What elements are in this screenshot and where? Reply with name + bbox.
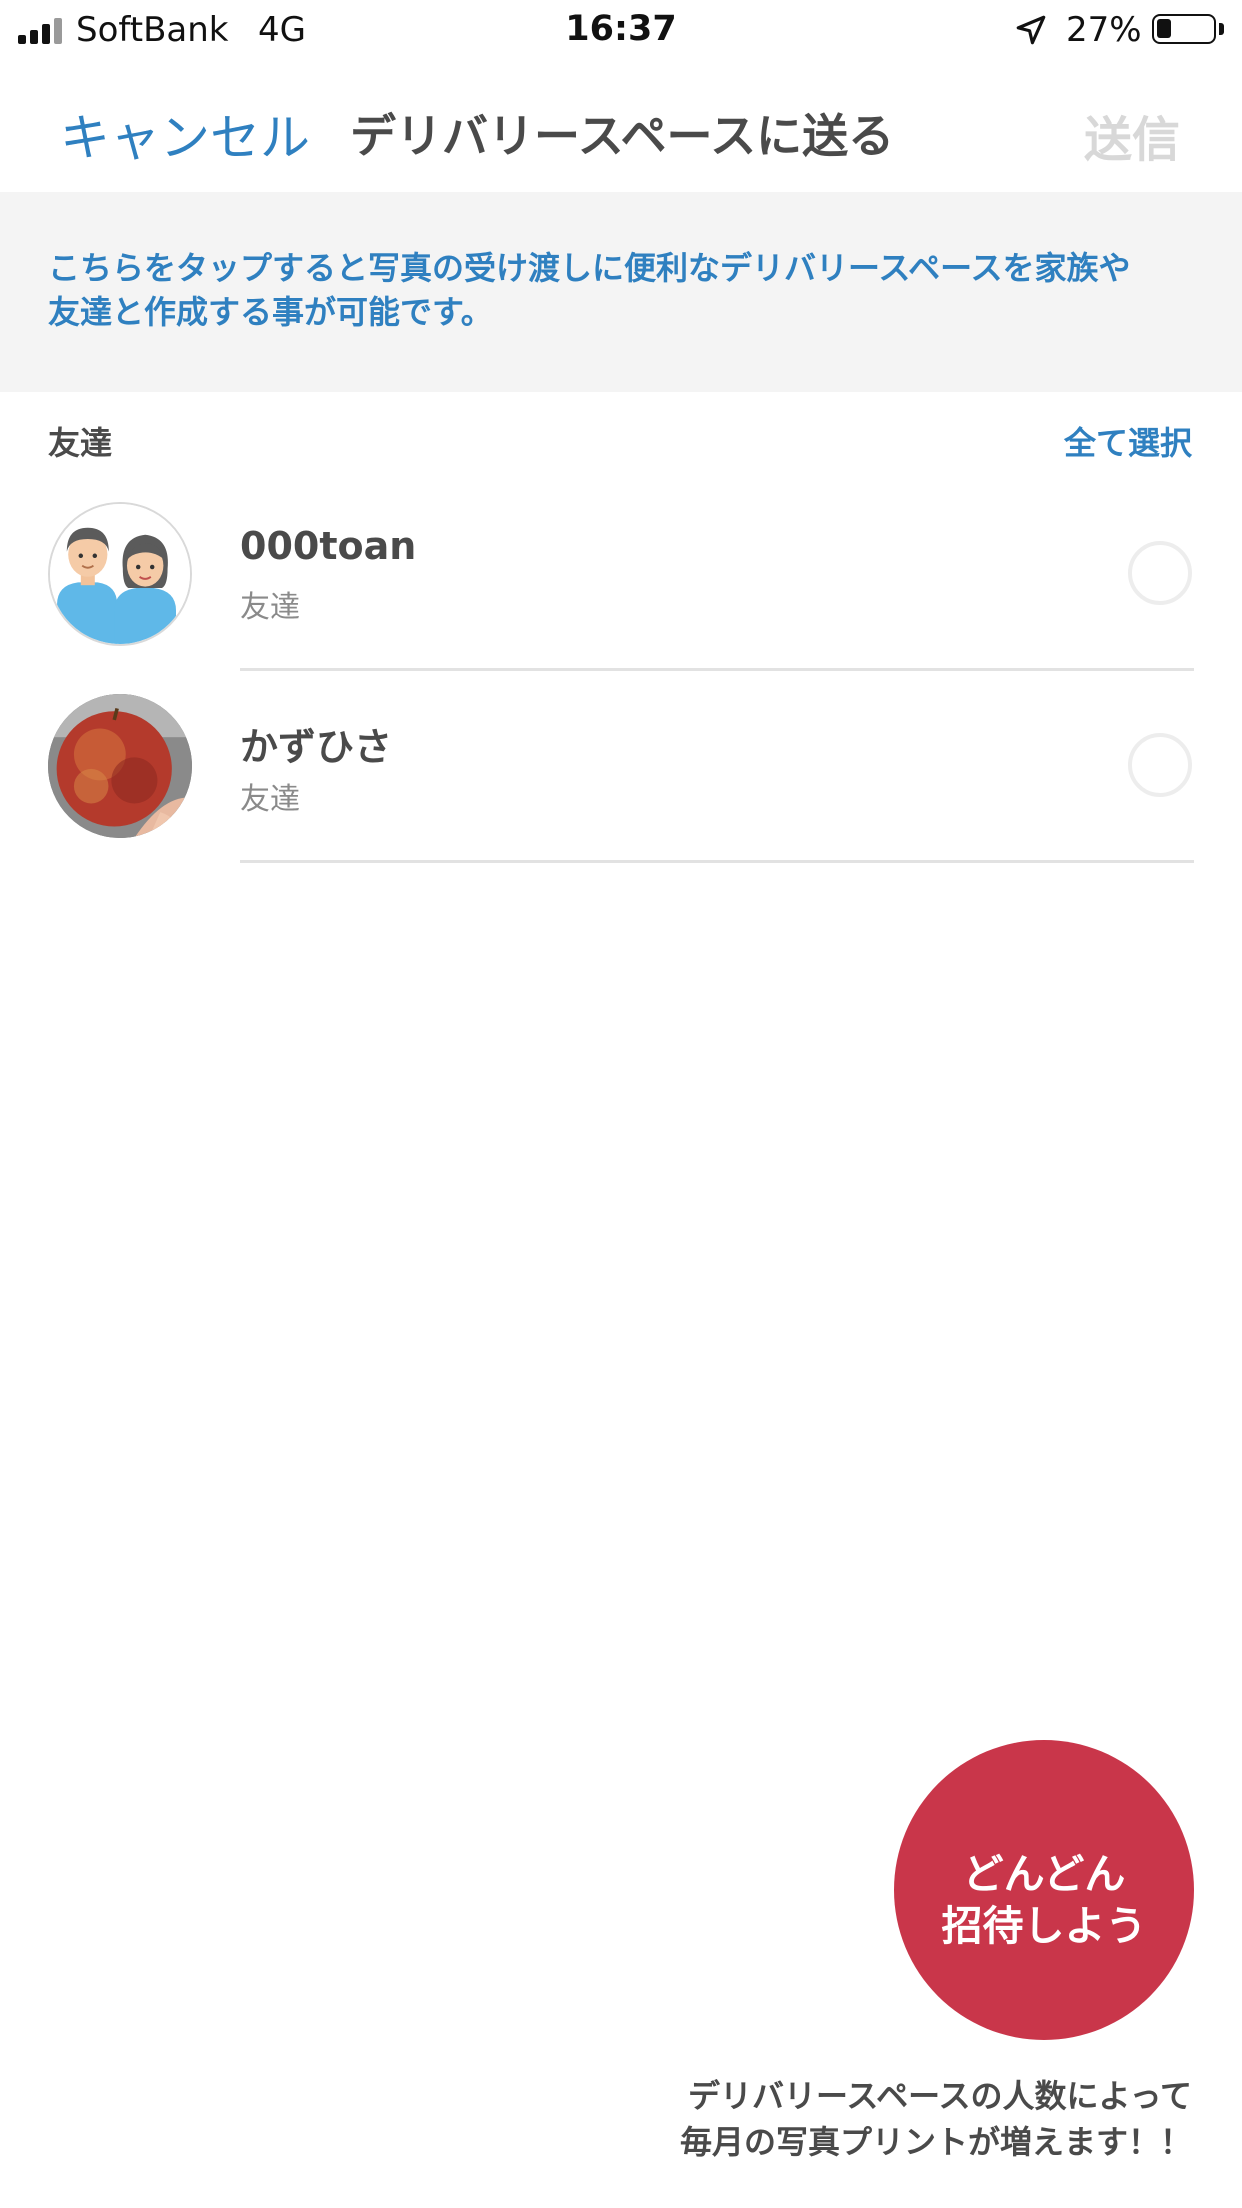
invite-note-line-1: デリバリースペースの人数によって <box>687 2077 1192 2115</box>
friend-relation: 友達 <box>240 782 300 817</box>
location-arrow-icon <box>1016 15 1046 45</box>
friends-section-title: 友達 <box>48 424 113 462</box>
select-all-button[interactable]: 全て選択 <box>1064 418 1192 464</box>
row-divider <box>240 860 1194 863</box>
friend-row[interactable]: 000toan 友達 <box>0 482 1242 674</box>
cancel-button[interactable]: キャンセル <box>60 98 310 170</box>
invite-label-line-2: 招待しよう <box>941 1902 1147 1950</box>
invite-button[interactable]: どんどん 招待しよう <box>894 1740 1194 2040</box>
users-avatar-icon <box>48 502 192 646</box>
friend-name: 000toan <box>240 524 417 568</box>
status-bar: SoftBank 4G 16:37 27% <box>0 0 1242 60</box>
status-time: 16:37 <box>565 9 677 49</box>
invite-label-line-1: どんどん <box>962 1850 1126 1898</box>
battery-tip <box>1219 23 1224 35</box>
friend-relation: 友達 <box>240 590 300 625</box>
create-space-banner[interactable]: こちらをタップすると写真の受け渡しに便利なデリバリースペースを家族や 友達と作成… <box>0 192 1242 392</box>
friend-name: かずひさ <box>240 725 393 769</box>
select-radio[interactable] <box>1128 541 1192 605</box>
banner-text: こちらをタップすると写真の受け渡しに便利なデリバリースペースを家族や 友達と作成… <box>48 246 1198 334</box>
battery-icon <box>1152 14 1216 44</box>
banner-text-line-2: 友達と作成する事が可能です。 <box>48 293 493 331</box>
battery-level-fill <box>1157 19 1171 38</box>
navigation-bar: キャンセル デリバリースペースに送る 送信 <box>0 60 1242 190</box>
banner-text-line-1: こちらをタップすると写真の受け渡しに便利なデリバリースペースを家族や <box>48 249 1131 287</box>
invite-note: デリバリースペースの人数によって 毎月の写真プリントが増えます！！ <box>680 2073 1192 2165</box>
select-radio[interactable] <box>1128 733 1192 797</box>
page-title: デリバリースペースに送る <box>350 109 895 163</box>
send-button[interactable]: 送信 <box>1084 100 1180 170</box>
battery-percent: 27% <box>1066 10 1142 50</box>
row-divider <box>240 668 1194 671</box>
invite-note-line-2: 毎月の写真プリントが増えます！！ <box>679 2123 1192 2161</box>
friend-row[interactable]: かずひさ 友達 <box>0 674 1242 866</box>
apple-photo-avatar <box>48 694 192 838</box>
